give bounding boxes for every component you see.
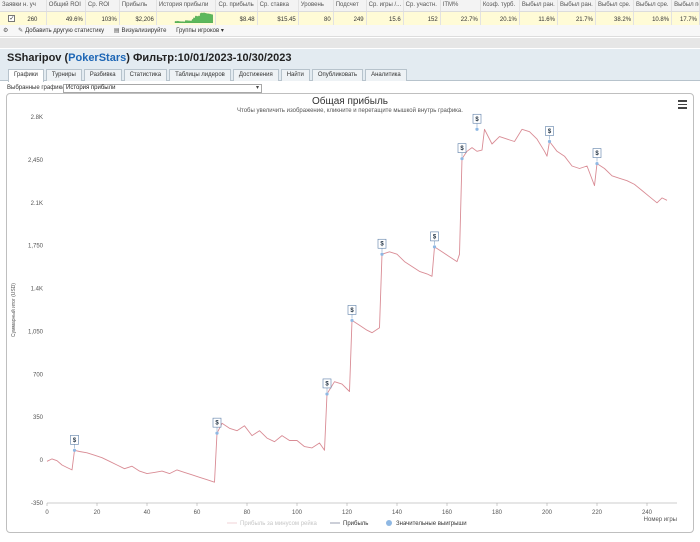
profit-chart[interactable]: -35003507001,0501.4K1,7502.1K2,4502.8K0 2… — [7, 94, 695, 534]
legend-big-win-swatch — [386, 520, 392, 526]
settings-icon[interactable]: ⚙ — [3, 25, 8, 37]
tab-3[interactable]: Статистика — [123, 69, 168, 81]
stats-table: Заявки н. уч Общий ROI Ср. ROI Прибыль Истор… — [0, 0, 700, 28]
stats-header-cell[interactable]: Коэф. турб. — [480, 0, 520, 12]
x-tick-label: 0 — [45, 510, 49, 516]
stats-header-cell[interactable]: Прибыль — [119, 0, 157, 12]
x-tick-label: 180 — [492, 510, 503, 516]
graph-select[interactable]: История прибыли ▾ — [63, 84, 262, 93]
stats-header-cell[interactable]: Ср. участн. — [403, 0, 441, 12]
tab-1[interactable]: Турниры — [45, 69, 82, 81]
x-axis-label: Номер игры — [644, 517, 677, 523]
stats-header-cell[interactable]: Ср. ставка — [257, 0, 299, 12]
player-name: SSharipov — [7, 52, 62, 64]
stats-toolbar: ⚙ ✎ Добавить другую статистику ▤ Визуализи… — [0, 25, 700, 37]
big-win-point — [432, 245, 437, 249]
x-tick-label: 20 — [94, 510, 101, 516]
y-tick-label: 1,050 — [28, 329, 44, 335]
tab-4[interactable]: Таблицы лидеров — [169, 69, 231, 81]
chevron-down-icon: ▾ — [220, 28, 224, 34]
y-tick-label: 350 — [33, 415, 44, 421]
stats-header-cell[interactable]: Подсчет — [333, 0, 367, 12]
stats-header-cell[interactable]: Ср. прибыль — [215, 0, 258, 12]
tab-8[interactable]: Аналитика — [365, 69, 407, 81]
chevron-down-icon: ▾ — [255, 85, 259, 91]
y-tick-label: 2.8K — [31, 115, 43, 121]
legend-big-win-label: Значительные выигрыши — [396, 521, 467, 527]
player-groups-dropdown[interactable]: Группы игроков ▾ — [176, 25, 224, 37]
stats-header-cell[interactable]: Общий ROI — [46, 0, 86, 12]
stats-header-cell[interactable]: Выбыл сре. — [633, 0, 673, 12]
stats-header-cell[interactable]: Выбыл ран. — [557, 0, 596, 12]
big-win-point — [72, 448, 77, 452]
stats-header-cell[interactable]: ITM% — [440, 0, 481, 12]
sparkline-area — [175, 12, 214, 24]
stats-header-cell[interactable]: Выбыл поз. — [671, 0, 700, 12]
graph-select-label: Выбранные графики: — [7, 85, 67, 91]
stats-header-cell[interactable]: Выбыл ран. — [519, 0, 558, 12]
stats-header-cell[interactable]: История прибыли — [156, 0, 217, 12]
y-tick-label: 2.1K — [31, 201, 43, 207]
y-tick-label: 1.4K — [31, 287, 43, 293]
x-tick-label: 40 — [144, 510, 151, 516]
x-tick-label: 160 — [442, 510, 453, 516]
y-tick-label: 1,750 — [28, 244, 44, 250]
x-tick-label: 120 — [342, 510, 353, 516]
divider-band — [0, 38, 700, 48]
player-header: SSharipov (PokerStars) Фильтр:10/01/2023… — [0, 49, 700, 67]
stats-header-cell[interactable]: Выбыл сре. — [595, 0, 635, 12]
big-win-point — [380, 252, 384, 256]
x-tick-label: 240 — [642, 510, 653, 516]
big-win-point — [325, 392, 329, 396]
tab-0[interactable]: Графики — [8, 69, 44, 82]
stats-cell-value: 260 — [27, 16, 38, 23]
visualize-button[interactable]: ▤ Визуализируйте — [114, 25, 167, 37]
y-axis-label: Суммарный итог (USD) — [10, 283, 17, 337]
x-tick-label: 140 — [392, 510, 403, 516]
graph-select-value: История прибыли — [66, 85, 116, 91]
stats-header-cell[interactable]: Уровень — [298, 0, 334, 12]
row-checkbox[interactable]: ✓ — [8, 15, 16, 23]
chart-icon: ▤ — [113, 28, 120, 34]
stats-header-cell[interactable]: Ср. ROI — [85, 0, 120, 12]
y-tick-label: 0 — [40, 458, 44, 464]
x-tick-label: 100 — [292, 510, 303, 516]
y-tick-label: -350 — [31, 501, 44, 507]
tab-2[interactable]: Разбивка — [83, 69, 122, 81]
y-tick-label: 700 — [33, 372, 44, 378]
x-tick-label: 80 — [244, 510, 251, 516]
sparkline-chart — [175, 12, 214, 24]
tab-bar: Графики Турниры Разбивка Статистика Таблицы … — [0, 67, 700, 82]
stats-header-row: Заявки н. уч Общий ROI Ср. ROI Прибыль Истор… — [0, 0, 700, 12]
add-stat-button[interactable]: ✎ Добавить другую статистику — [18, 25, 104, 37]
big-win-point — [350, 318, 354, 323]
big-win-point — [215, 431, 219, 435]
tab-6[interactable]: Найти — [280, 69, 310, 81]
profit-series-line — [46, 128, 668, 483]
big-win-point — [475, 127, 479, 131]
big-win-point — [547, 139, 552, 144]
tab-7[interactable]: Опубликовать — [311, 69, 364, 81]
profit-chart-card: Общая прибыль Чтобы увеличить изображени… — [6, 93, 694, 533]
legend-rake-label: Прибыль за минусом рейка — [240, 520, 318, 527]
legend-profit-label: Прибыль — [343, 521, 368, 527]
x-tick-label: 60 — [194, 510, 201, 516]
y-tick-label: 2,450 — [28, 158, 44, 164]
x-tick-label: 200 — [542, 510, 553, 516]
big-win-point — [460, 157, 464, 161]
x-tick-label: 220 — [592, 510, 603, 516]
stats-header-cell[interactable]: Заявки н. уч — [0, 0, 47, 12]
big-win-point — [595, 161, 599, 166]
stats-header-cell[interactable]: Ср. игры /... — [366, 0, 404, 12]
filter-range: Фильтр:10/01/2023-10/30/2023 — [132, 52, 292, 64]
edit-icon: ✎ — [18, 28, 24, 34]
tab-5[interactable]: Достижения — [232, 69, 279, 81]
player-site-link[interactable]: PokerStars — [68, 52, 126, 64]
